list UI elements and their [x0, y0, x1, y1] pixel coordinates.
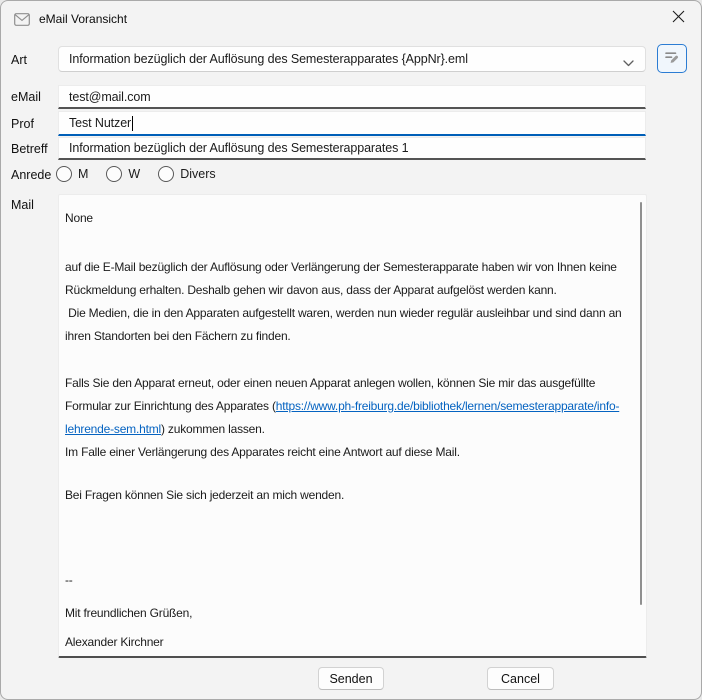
- radio-anrede-divers[interactable]: Divers: [158, 166, 215, 182]
- art-combobox-value: Information bezüglich der Auflösung des …: [69, 52, 468, 66]
- mail-paragraph: auf die E-Mail bezüglich der Auflösung o…: [65, 256, 636, 302]
- email-preview-dialog: eMail Voransicht Art Information bezügli…: [0, 0, 702, 700]
- mail-content: None auf die E-Mail bezüglich der Auflösu…: [59, 195, 646, 654]
- radio-label-m: M: [78, 167, 88, 181]
- radio-label-w: W: [128, 167, 140, 181]
- send-button[interactable]: Senden: [318, 667, 384, 690]
- betreff-input[interactable]: Information bezüglich der Auflösung des …: [58, 137, 646, 160]
- radio-circle-icon: [106, 166, 122, 182]
- email-label: eMail: [11, 90, 41, 104]
- radio-anrede-w[interactable]: W: [106, 166, 140, 182]
- mail-label: Mail: [11, 198, 34, 212]
- close-button[interactable]: [655, 1, 701, 35]
- mail-paragraph: Falls Sie den Apparat erneut, oder einen…: [65, 372, 636, 441]
- cancel-button[interactable]: Cancel: [487, 667, 554, 690]
- radio-circle-icon: [158, 166, 174, 182]
- prof-value: Test Nutzer: [69, 116, 131, 130]
- edit-note-icon: [664, 49, 680, 68]
- mail-paragraph: None: [65, 207, 636, 230]
- prof-label: Prof: [11, 117, 34, 131]
- mail-paragraph: Mit freundlichen Grüßen,: [65, 602, 636, 625]
- mail-scrollbar[interactable]: [640, 202, 642, 605]
- anrede-radio-group: M W Divers: [56, 163, 234, 185]
- mail-paragraph: Alexander Kirchner: [65, 631, 636, 654]
- envelope-icon: [14, 13, 30, 26]
- email-value: test@mail.com: [69, 90, 151, 104]
- radio-label-divers: Divers: [180, 167, 215, 181]
- mail-paragraph-text: ) zukommen lassen.: [161, 422, 265, 436]
- radio-circle-icon: [56, 166, 72, 182]
- chevron-down-icon: [623, 56, 634, 70]
- text-caret: [132, 116, 133, 131]
- mail-body-textbox[interactable]: None auf die E-Mail bezüglich der Auflösu…: [58, 194, 647, 658]
- betreff-value: Information bezüglich der Auflösung des …: [69, 141, 408, 155]
- art-label: Art: [11, 53, 27, 67]
- art-combobox[interactable]: Information bezüglich der Auflösung des …: [58, 46, 646, 72]
- anrede-label: Anrede: [11, 168, 51, 182]
- mail-paragraph: --: [65, 569, 636, 592]
- mail-paragraph: Die Medien, die in den Apparaten aufgest…: [65, 302, 636, 348]
- close-icon: [672, 10, 685, 26]
- betreff-label: Betreff: [11, 142, 48, 156]
- radio-anrede-m[interactable]: M: [56, 166, 88, 182]
- mail-paragraph: Bei Fragen können Sie sich jederzeit an …: [65, 484, 636, 507]
- titlebar: eMail Voransicht: [1, 1, 701, 37]
- edit-template-button[interactable]: [657, 44, 687, 73]
- window-title: eMail Voransicht: [39, 12, 127, 26]
- email-input[interactable]: test@mail.com: [58, 85, 646, 109]
- prof-input[interactable]: Test Nutzer: [58, 111, 646, 136]
- mail-paragraph: Im Falle einer Verlängerung des Apparate…: [65, 441, 636, 464]
